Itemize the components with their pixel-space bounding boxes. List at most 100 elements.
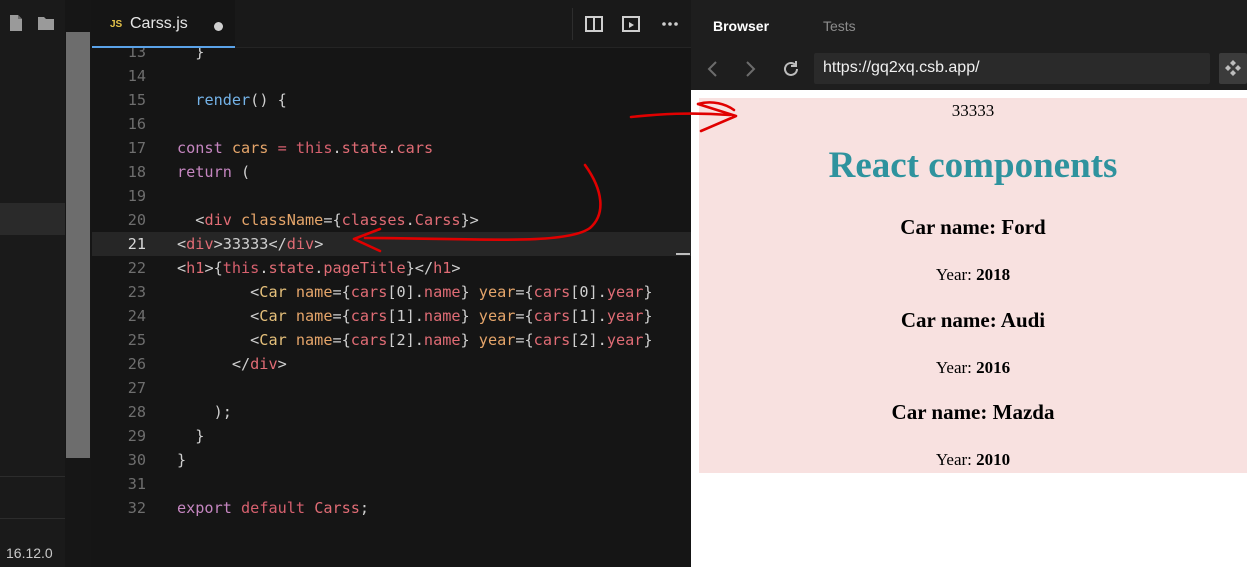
code-line[interactable]: 32 export default Carss; [92,496,691,520]
code-line[interactable]: 15 render() { [92,88,691,112]
back-icon[interactable] [703,59,723,79]
code-token: = [277,139,287,157]
code-token: }</ [405,259,434,277]
code-token: Car [259,307,287,325]
rendered-app: 33333 React components Car name: Ford Ye… [699,98,1247,473]
code-text: <Car name={cars[2].name} year={cars[2].y… [177,328,653,352]
code-text: const cars = this.state.cars [177,136,433,160]
code-token: } [643,331,653,349]
code-area[interactable]: 13 } 14 15 render() {16 17 const cars = this… [92,40,691,520]
browser-panel: Browser Tests https://gq2xq.csb.app/ 333… [691,0,1247,567]
unsaved-dot-icon[interactable] [214,22,223,31]
divider [572,8,573,40]
code-token: name [423,283,461,301]
code-token: () { [250,91,287,109]
code-editor[interactable]: 13 } 14 15 render() {16 17 const cars = this… [92,0,691,567]
code-token: cars [231,139,269,157]
code-line[interactable]: 28 ); [92,400,691,424]
code-line[interactable]: 16 [92,112,691,136]
page-top-text: 33333 [951,101,995,120]
code-line[interactable]: 24 <Car name={cars[1].name} year={cars[1… [92,304,691,328]
line-number: 27 [127,379,146,397]
code-line[interactable]: 22 <h1>{this.state.pageTitle}</h1> [92,256,691,280]
code-line[interactable]: 20 <div className={classes.Carss}> [92,208,691,232]
code-text: ); [177,400,232,424]
code-token: ={ [515,307,534,325]
code-token: [2]. [387,331,424,349]
folder-icon[interactable] [37,14,55,32]
browser-viewport[interactable]: 33333 React components Car name: Ford Ye… [691,90,1247,567]
code-text: <h1>{this.state.pageTitle}</h1> [177,256,461,280]
code-token: } [460,331,479,349]
code-token: Car [259,331,287,349]
code-line[interactable]: 21 <div>33333</div> [92,232,691,256]
code-token: div [204,211,232,229]
code-token: < [177,283,260,301]
browser-tab-bar: Browser Tests [691,0,1247,48]
code-text: <Car name={cars[0].name} year={cars[0].y… [177,280,652,304]
code-line[interactable]: 30} [92,448,691,472]
code-token: ={ [332,307,351,325]
code-line[interactable]: 19 [92,184,691,208]
tab-carss-js[interactable]: JS Carss.js [92,0,235,48]
code-line[interactable]: 26 </div> [92,352,691,376]
tab-browser[interactable]: Browser [713,18,769,34]
code-token: Carss [414,211,461,229]
code-token: . [405,211,415,229]
divider [0,476,65,477]
code-token: [1]. [570,307,607,325]
code-text: </div> [177,352,287,376]
forward-icon[interactable] [740,59,760,79]
file-icon[interactable] [8,14,24,32]
code-token: }> [460,211,479,229]
page-title: React components [828,145,1118,186]
code-line[interactable]: 27 [92,376,691,400]
code-token: < [177,307,260,325]
extension-icon [1225,60,1241,76]
tab-tests[interactable]: Tests [823,18,856,34]
code-token: >{ [204,259,223,277]
code-line[interactable]: 25 <Car name={cars[2].name} year={cars[2… [92,328,691,352]
code-token: year [606,331,644,349]
line-number: 17 [127,139,146,157]
split-view-icon[interactable] [583,13,605,35]
code-token: < [177,211,205,229]
preview-icon[interactable] [620,13,642,35]
scrollbar-thumb[interactable] [66,32,90,458]
code-token: . [314,259,324,277]
extension-button[interactable] [1219,53,1247,84]
code-line[interactable]: 17 const cars = this.state.cars [92,136,691,160]
code-token: . [332,139,342,157]
more-icon[interactable] [659,13,681,35]
code-token: year [606,283,644,301]
code-token: name [295,283,333,301]
code-token: classes [341,211,406,229]
line-number: 15 [127,91,146,109]
code-token: cars [396,139,434,157]
code-token: name [423,331,461,349]
line-number: 24 [127,307,146,325]
code-token: >33333</ [213,235,287,253]
code-token: cars [533,331,571,349]
code-line[interactable]: 29 } [92,424,691,448]
code-token: [2]. [570,331,607,349]
code-token: year [478,331,516,349]
reload-icon[interactable] [781,59,801,79]
line-number: 30 [127,451,146,469]
selected-file-row[interactable] [0,203,65,235]
line-number: 25 [127,331,146,349]
code-token: return [177,163,232,181]
code-text: <div className={classes.Carss}> [177,208,479,232]
code-line[interactable]: 14 [92,64,691,88]
code-line[interactable]: 31 [92,472,691,496]
code-line[interactable]: 23 <Car name={cars[0].name} year={cars[0… [92,280,691,304]
code-token: ={ [515,331,534,349]
code-token: pageTitle [323,259,406,277]
code-token: default [241,499,306,517]
code-token: cars [350,283,388,301]
url-bar[interactable]: https://gq2xq.csb.app/ [814,53,1210,84]
code-line[interactable]: 18 return ( [92,160,691,184]
car-name: Car name: Audi [900,308,1046,332]
